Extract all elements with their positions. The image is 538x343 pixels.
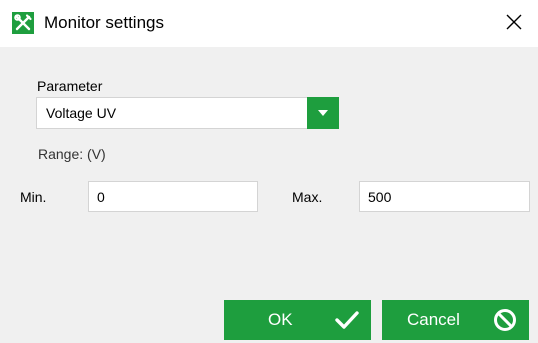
max-input[interactable]: 500 [359, 181, 530, 212]
prohibited-icon [492, 308, 518, 332]
ok-button[interactable]: OK [224, 300, 371, 340]
monitor-settings-dialog: Monitor settings Parameter Voltage UV Ra… [0, 0, 538, 343]
dropdown-button[interactable] [307, 97, 339, 129]
cancel-button-label: Cancel [407, 310, 460, 329]
parameter-select-value: Voltage UV [46, 105, 117, 121]
parameter-label: Parameter [37, 78, 103, 94]
close-button[interactable] [500, 10, 528, 38]
parameter-select[interactable]: Voltage UV [36, 97, 339, 129]
ok-button-label: OK [268, 310, 293, 329]
cancel-button[interactable]: Cancel [382, 300, 529, 340]
window-title: Monitor settings [44, 13, 164, 32]
min-input-value: 0 [97, 189, 105, 205]
max-label: Max. [292, 189, 323, 205]
min-label: Min. [20, 189, 47, 205]
max-input-value: 500 [368, 189, 392, 205]
chevron-down-icon [317, 104, 329, 122]
checkmark-icon [334, 308, 360, 332]
close-icon [506, 14, 522, 35]
title-bar: Monitor settings [0, 0, 538, 47]
min-input[interactable]: 0 [88, 181, 258, 212]
tools-icon [12, 12, 34, 34]
range-label: Range: (V) [38, 146, 106, 162]
